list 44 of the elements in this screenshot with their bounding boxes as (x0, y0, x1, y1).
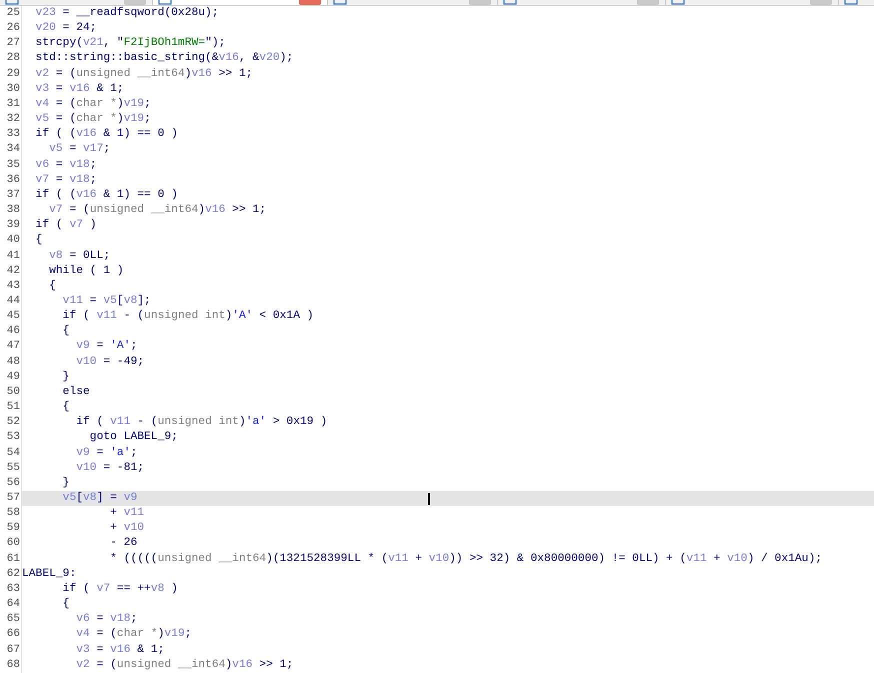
code-line: v3 = v16 & 1; (34, 82, 125, 97)
code-line: v23 = __readfsqword(0x28u); (34, 6, 220, 21)
code-line: v20 = 24; (34, 21, 98, 36)
code-line: { (48, 278, 57, 294)
code-line: - 26 (109, 536, 138, 552)
code-line: while ( 1 ) (48, 264, 125, 279)
code-line: if ( (v16 & 1) == 0 ) (34, 127, 179, 142)
code-line: v10 = -81; (75, 460, 146, 476)
code-line: std::string::basic_string(&v16, &v20); (34, 51, 294, 66)
code-line: if ( v11 - (unsigned int)'a' > 0x19 ) (75, 415, 328, 430)
code-line: v4 = (char *)v19; (75, 627, 193, 642)
code-line: if ( v11 - (unsigned int)'A' < 0x1A ) (62, 309, 315, 324)
code-line: v9 = 'A'; (75, 339, 138, 354)
code-line: if ( v7 ) (34, 218, 98, 234)
code-line: v2 = (unsigned __int64)v16 >> 1; (34, 66, 254, 82)
code-line: v6 = v18; (34, 158, 98, 173)
code-line: v6 = v18; (75, 612, 138, 628)
code-line: v9 = 'a'; (75, 446, 138, 461)
code-line: if ( (v16 & 1) == 0 ) (34, 188, 179, 203)
code-line: + v11 (109, 506, 146, 522)
text-cursor (428, 493, 430, 505)
code-line: } (62, 476, 70, 491)
code-line: v7 = (unsigned __int64)v16 >> 1; (48, 203, 268, 218)
code-line: * (((((unsigned __int64)(1321528399LL * (v11 + v10)) >> 32) & 0x80000000) != 0LL) + (v11 + v10) / 0x1Au); (109, 552, 824, 567)
code-line: { (62, 400, 70, 416)
code-line: v2 = (unsigned __int64)v16 >> 1; (75, 658, 294, 673)
code-line: + v10 (109, 521, 146, 536)
code-line: v10 = -49; (75, 354, 146, 370)
code-line: { (62, 324, 70, 340)
code-line: goto LABEL_9; (88, 430, 179, 446)
code-line: v3 = v16 & 1; (75, 642, 166, 658)
code-line: strcpy(v21, "F2IjBOh1mRW="); (34, 36, 226, 52)
code-line: v5 = (char *)v19; (34, 112, 152, 128)
code-line: v11 = v5[v8]; (62, 294, 152, 309)
code-line: v5 = v17; (48, 142, 112, 158)
code-line: v7 = v18; (34, 172, 98, 188)
code-line: if ( v7 == ++v8 ) (62, 582, 179, 597)
code-line: v8 = 0LL; (48, 248, 112, 264)
code-line: { (62, 597, 70, 612)
code-line: v4 = (char *)v19; (34, 96, 152, 112)
code-line: LABEL_9: (22, 566, 78, 582)
code-line: { (34, 233, 44, 248)
code-line: } (62, 370, 70, 385)
code-line: else (62, 384, 91, 400)
